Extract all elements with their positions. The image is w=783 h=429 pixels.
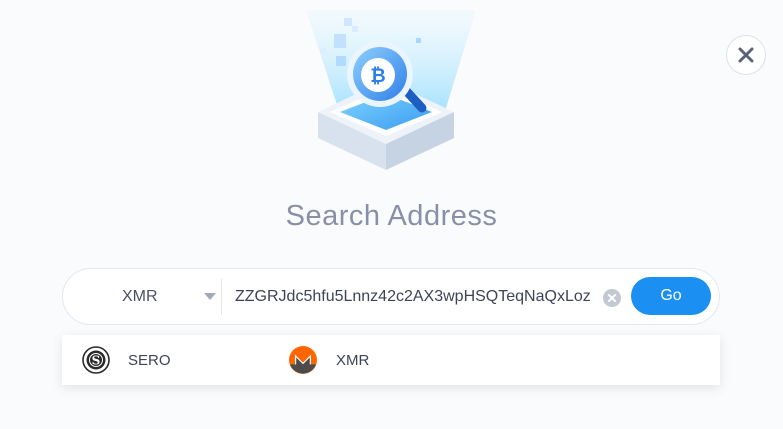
coin-select[interactable]: XMR (63, 269, 221, 324)
dropdown-item-label: XMR (336, 352, 370, 369)
search-address-page: ₿ Search Address XMR Go S SERO (0, 0, 783, 429)
monero-coin-icon (289, 346, 317, 374)
divider (221, 279, 222, 315)
dropdown-item-xmr[interactable]: XMR (289, 335, 489, 385)
close-icon (738, 47, 754, 63)
dropdown-item-sero[interactable]: S SERO (82, 335, 282, 385)
svg-text:₿: ₿ (370, 65, 385, 87)
clear-button[interactable] (603, 289, 621, 307)
coin-dropdown: S SERO XMR (62, 335, 720, 385)
svg-text:S: S (92, 354, 101, 368)
coin-select-value: XMR (122, 288, 158, 305)
chevron-down-icon (204, 293, 216, 300)
address-input[interactable] (233, 281, 599, 313)
sero-coin-icon: S (82, 346, 110, 374)
dropdown-item-label: SERO (128, 352, 171, 369)
go-button[interactable]: Go (631, 277, 711, 315)
search-bar: XMR Go (62, 268, 720, 325)
clear-icon (608, 294, 616, 302)
bitcoin-search-illustration: ₿ (306, 10, 476, 170)
close-button[interactable] (726, 35, 766, 75)
page-title: Search Address (285, 200, 498, 232)
